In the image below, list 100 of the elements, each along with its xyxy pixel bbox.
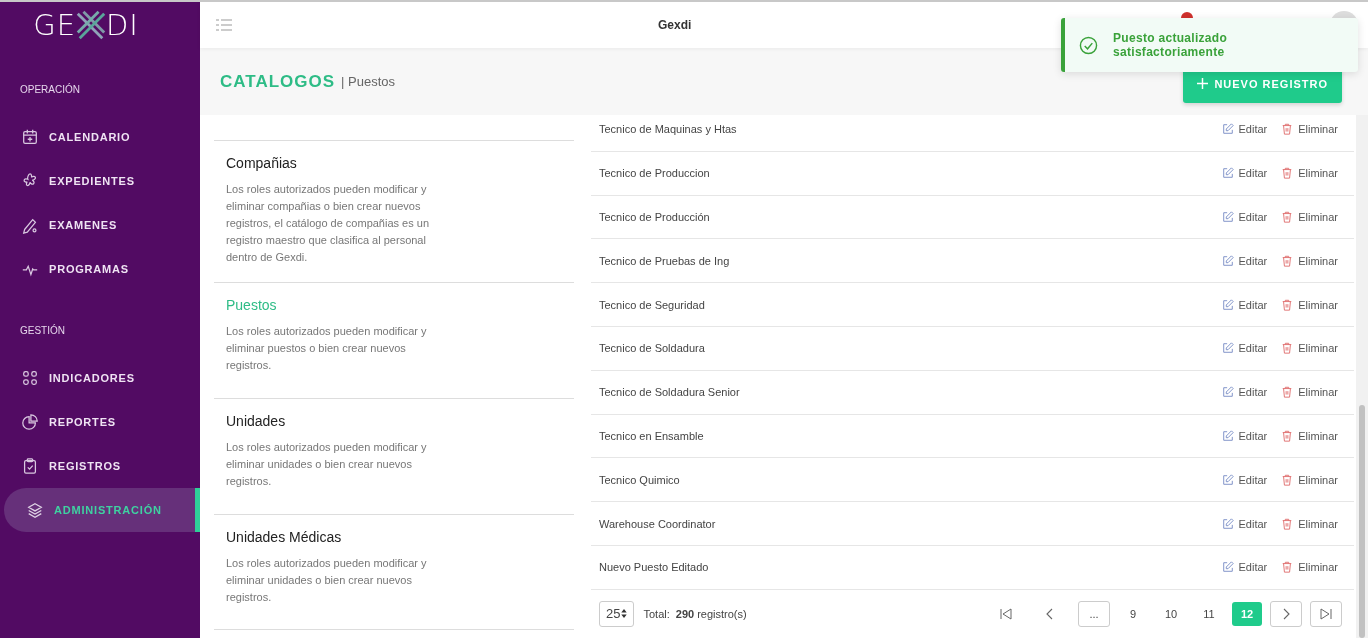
edit-icon [1221, 473, 1234, 486]
delete-link[interactable]: Eliminar [1281, 298, 1338, 311]
catalog-description: Los roles autorizados pueden modificar y eliminar puestos o bien crear nuevos registros. [226, 324, 428, 373]
delete-link[interactable]: Eliminar [1281, 342, 1338, 355]
catalog-title: Compañias [226, 155, 298, 171]
trash-icon [1281, 473, 1294, 486]
edit-link[interactable]: Editar [1221, 254, 1268, 267]
edit-link[interactable]: Editar [1221, 561, 1268, 574]
catalog-item[interactable]: Puestos Los roles autorizados pueden modificar y eliminar puestos o bien crear nuevos registros. [214, 282, 574, 398]
last-page-button[interactable] [1310, 600, 1342, 627]
catalog-description: Los roles autorizados pueden modificar y eliminar unidades o bien crear nuevos registros. [226, 556, 428, 605]
table-cell-text: Tecnico de Soldadura Senior [599, 386, 741, 399]
trash-icon [1281, 167, 1294, 180]
page-subtitle: | Puestos [341, 74, 396, 89]
edit-link[interactable]: Editar [1221, 298, 1268, 311]
delete-link[interactable]: Eliminar [1281, 517, 1338, 530]
trash-icon [1281, 298, 1294, 311]
edit-icon [1221, 254, 1234, 267]
trash-icon [1281, 561, 1294, 574]
nav-item[interactable]: ADMINISTRACIÓN [4, 488, 200, 532]
catalog-item[interactable]: Unidades Los roles autorizados pueden modificar y eliminar unidades o bien crear nuevos registros. [214, 398, 574, 514]
trash-icon [1281, 123, 1294, 136]
first-page-icon[interactable] [999, 606, 1013, 621]
edit-link[interactable]: Editar [1221, 342, 1268, 355]
trash-icon [1281, 429, 1294, 442]
nav-item[interactable]: EXPEDIENTES [0, 159, 200, 203]
page-button[interactable]: 11 [1194, 601, 1224, 626]
next-page-button[interactable] [1270, 600, 1302, 627]
nav-item[interactable]: EXAMENES [0, 203, 200, 247]
logo-text: DI [105, 8, 139, 42]
plus-icon [1197, 78, 1209, 89]
page-title: CATALOGOS [220, 71, 336, 92]
trash-icon [1281, 254, 1294, 267]
catalog-item[interactable]: Unidades Médicas Los roles autorizados pueden modificar y eliminar unidades o bien crear nuevos registros. [214, 514, 574, 630]
edit-link[interactable]: Editar [1221, 123, 1268, 136]
table-cell-text: Tecnico de Soldadura [599, 342, 706, 355]
edit-icon [1221, 167, 1234, 180]
nav-item[interactable]: PROGRAMAS [0, 247, 200, 291]
edit-icon [1221, 298, 1234, 311]
last-page-icon [1319, 606, 1333, 621]
grid-icon [21, 369, 39, 387]
calendar-icon [21, 128, 39, 146]
pie-icon [21, 413, 39, 431]
logo-text: GE [33, 8, 76, 42]
catalog-title: Puestos [226, 297, 278, 313]
table-cell-text: Tecnico de Produccion [599, 167, 711, 180]
catalog-item[interactable]: Compañias Los roles autorizados pueden modificar y eliminar compañias o bien crear nuevos registros, el catálogo de compañias es un registro maestro que clasifica al personal dentro de Gexdi. [214, 140, 574, 282]
nav-item[interactable]: REGISTROS [0, 444, 200, 488]
trash-icon [1281, 211, 1294, 223]
total-count: 290 registro(s) [674, 607, 747, 620]
layers-icon [26, 501, 44, 519]
sort-icon [621, 609, 628, 619]
trash-icon [1281, 386, 1294, 399]
delete-link[interactable]: Eliminar [1281, 386, 1338, 399]
scrollbar[interactable] [1356, 115, 1368, 638]
edit-link[interactable]: Editar [1221, 211, 1268, 223]
trash-icon [1281, 342, 1294, 355]
delete-link[interactable]: Eliminar [1281, 473, 1338, 486]
edit-link[interactable]: Editar [1221, 386, 1268, 399]
ellipsis-button[interactable]: ... [1078, 600, 1110, 627]
edit-link[interactable]: Editar [1221, 473, 1268, 486]
nav-item[interactable]: REPORTES [0, 400, 200, 444]
section-title: GESTIÓN [19, 323, 66, 336]
catalog-title: Unidades Médicas [226, 529, 343, 545]
delete-link[interactable]: Eliminar [1281, 429, 1338, 442]
page-size-select[interactable]: 25 [599, 600, 635, 627]
table-cell-text: Nuevo Puesto Editado [599, 561, 710, 574]
table-cell-text: Tecnico de Producción [599, 211, 711, 223]
page-button[interactable]: 9 [1118, 601, 1148, 626]
nav-item[interactable]: CALENDARIO [0, 115, 200, 159]
edit-icon [1221, 386, 1234, 399]
menu-icon[interactable] [216, 19, 232, 31]
delete-link[interactable]: Eliminar [1281, 123, 1338, 136]
section-title: OPERACIÓN [19, 82, 81, 95]
total-label: Total: [643, 607, 670, 620]
toast-message: Puesto actualizado satisfactoriamente [1113, 31, 1229, 59]
table-cell-text: Tecnico de Seguridad [599, 298, 706, 311]
edit-icon [1221, 342, 1234, 355]
table-cell-text: Tecnico Quimico [599, 473, 681, 486]
clipboard-icon [21, 457, 39, 475]
table-cell-text: Warehouse Coordinator [599, 517, 717, 530]
delete-link[interactable]: Eliminar [1281, 561, 1338, 574]
edit-icon [1221, 517, 1234, 530]
edit-icon [1221, 123, 1234, 136]
nav-item[interactable]: INDICADORES [0, 356, 200, 400]
edit-link[interactable]: Editar [1221, 167, 1268, 180]
trash-icon [1281, 517, 1294, 530]
edit-link[interactable]: Editar [1221, 429, 1268, 442]
table-cell-text: Tecnico en Ensamble [599, 429, 705, 442]
pen-icon [21, 216, 39, 234]
delete-link[interactable]: Eliminar [1281, 254, 1338, 267]
table-cell-text: Tecnico de Pruebas de Ing [599, 254, 731, 267]
delete-link[interactable]: Eliminar [1281, 211, 1338, 223]
catalog-description: Los roles autorizados pueden modificar y eliminar compañias o bien crear nuevos registros, el catálogo de compañias es un registro maestro que clasifica al personal dentro de Gexdi. [226, 182, 430, 265]
catalog-title: Unidades [226, 413, 287, 429]
edit-icon [1221, 561, 1234, 574]
edit-link[interactable]: Editar [1221, 517, 1268, 530]
edit-icon [1221, 429, 1234, 442]
page-button[interactable]: 10 [1156, 601, 1186, 626]
delete-link[interactable]: Eliminar [1281, 167, 1338, 180]
